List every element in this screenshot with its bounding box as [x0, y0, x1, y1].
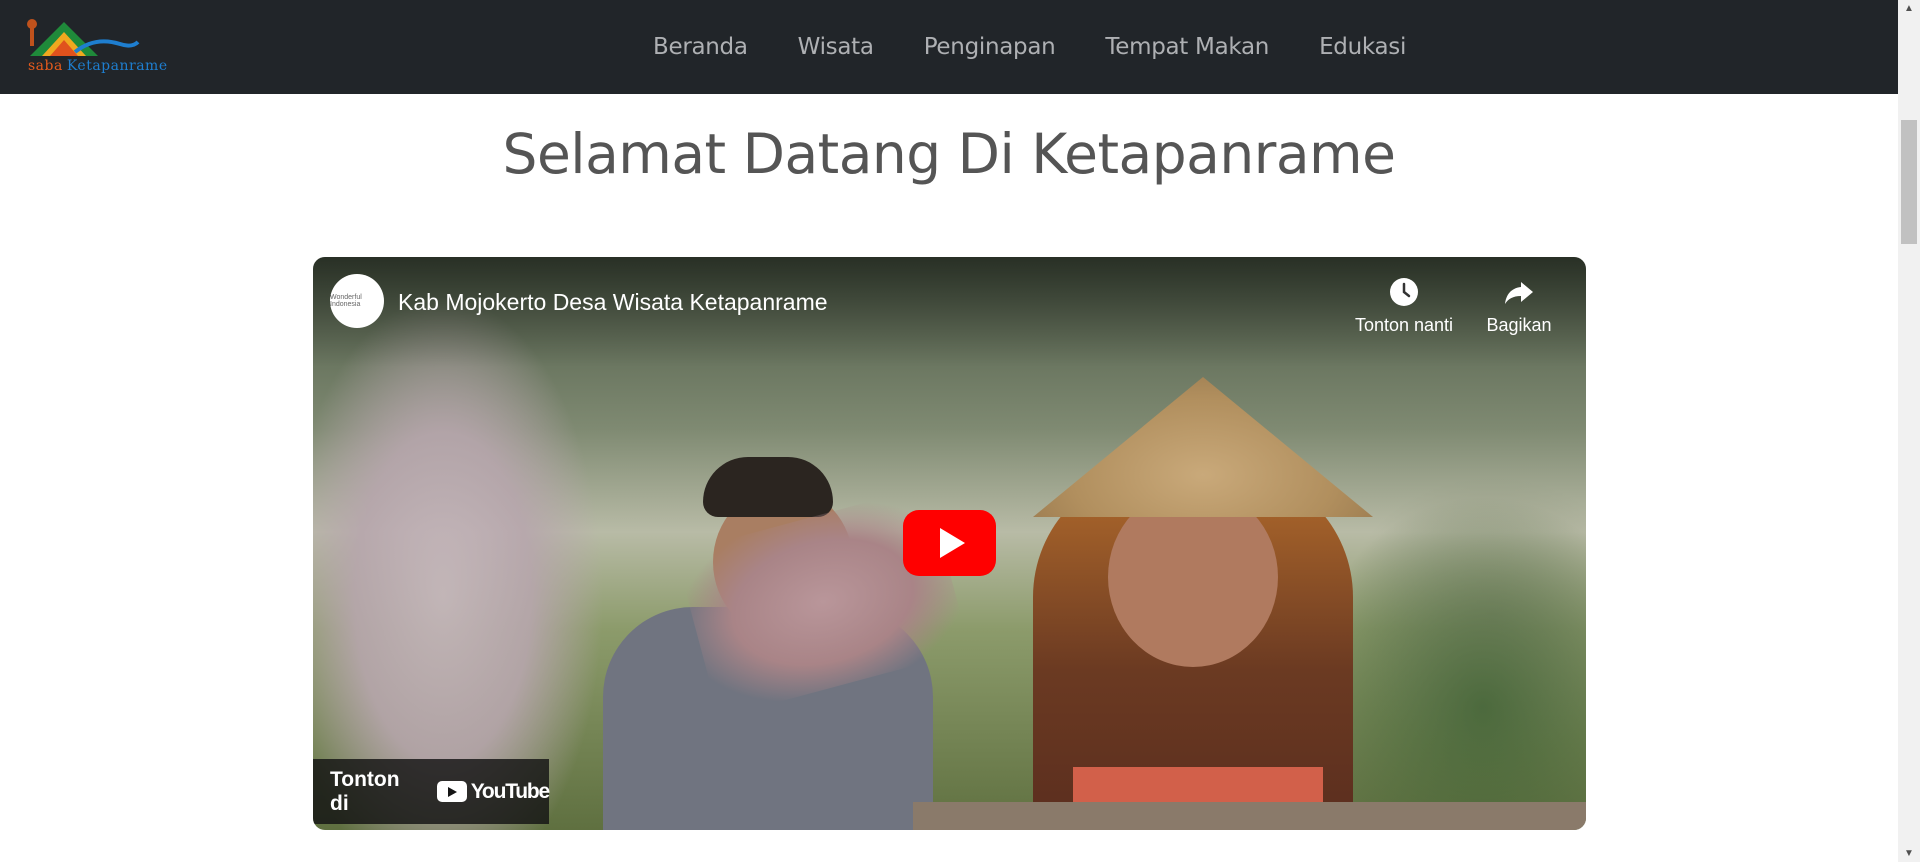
logo-text: saba Ketapanrame	[28, 58, 168, 74]
video-frame-woman	[993, 377, 1413, 830]
share-label: Bagikan	[1486, 315, 1552, 335]
youtube-logo: YouTube	[436, 779, 551, 804]
watch-on-youtube-button[interactable]: Tonton di YouTube	[313, 759, 551, 824]
channel-avatar[interactable]: Wonderful Indonesia	[330, 274, 384, 328]
channel-avatar-text: Wonderful Indonesia	[330, 294, 362, 308]
site-logo[interactable]: saba Ketapanrame	[20, 14, 167, 78]
video-frame-man	[563, 457, 971, 830]
watch-on-label: Tonton di	[330, 767, 400, 815]
top-navbar: saba Ketapanrame Beranda Wisata Penginapa…	[0, 0, 1898, 94]
scroll-down-arrow-icon[interactable]: ▼	[1898, 845, 1920, 862]
page-scrollbar[interactable]: ▲ ▼	[1898, 0, 1920, 862]
youtube-wordmark: YouTube	[470, 779, 551, 803]
video-frame-blur-figure	[313, 297, 603, 830]
clock-icon	[1390, 278, 1418, 306]
youtube-play-icon	[436, 781, 467, 802]
nav-item-wisata[interactable]: Wisata	[773, 34, 899, 60]
nav-item-beranda[interactable]: Beranda	[628, 34, 773, 60]
share-arrow-icon	[1505, 282, 1533, 304]
youtube-video-embed[interactable]: Wonderful Indonesia Kab Mojokerto Desa W…	[313, 257, 1586, 830]
nav-item-edukasi[interactable]: Edukasi	[1294, 34, 1431, 60]
watch-later-label: Tonton nanti	[1354, 315, 1454, 335]
play-button[interactable]	[903, 510, 996, 576]
nav-item-tempat-makan[interactable]: Tempat Makan	[1080, 34, 1294, 60]
watch-later-button[interactable]: Tonton nanti	[1349, 275, 1459, 336]
video-title[interactable]: Kab Mojokerto Desa Wisata Ketapanrame	[398, 289, 828, 316]
play-icon	[939, 528, 965, 558]
main-nav: Beranda Wisata Penginapan Tempat Makan E…	[628, 0, 1431, 94]
nav-item-penginapan[interactable]: Penginapan	[899, 34, 1081, 60]
share-button[interactable]: Bagikan	[1479, 275, 1559, 336]
scroll-up-arrow-icon[interactable]: ▲	[1898, 0, 1920, 17]
video-frame-bench	[913, 802, 1586, 830]
scrollbar-thumb[interactable]	[1901, 120, 1917, 244]
page-title: Selamat Datang Di Ketapanrame	[502, 122, 1396, 186]
mountain-logo-icon	[27, 19, 140, 56]
